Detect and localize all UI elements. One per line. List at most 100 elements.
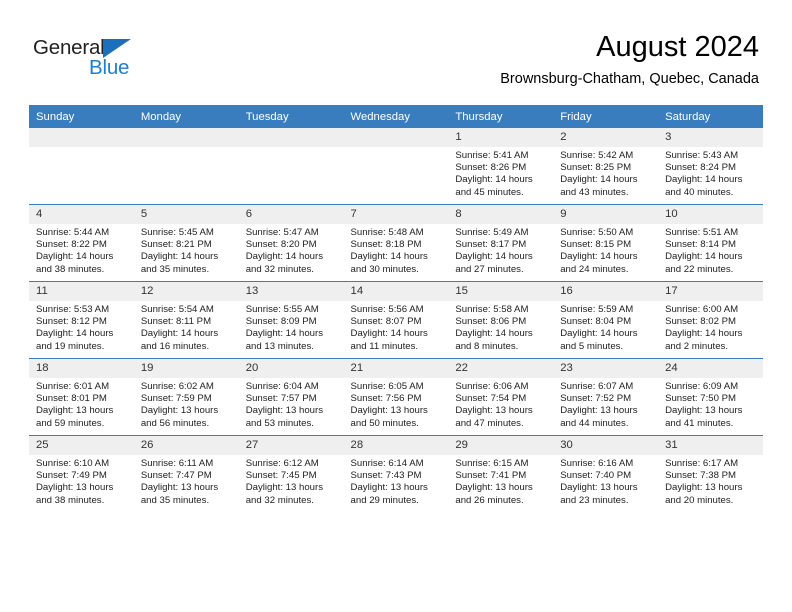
- location-subtitle: Brownsburg-Chatham, Quebec, Canada: [500, 71, 759, 87]
- calendar-day-cell[interactable]: 3 Sunrise: 5:43 AM Sunset: 8:24 PM Daylight…: [658, 128, 763, 205]
- weekday-header-wednesday: Wednesday: [343, 105, 449, 128]
- calendar-day-cell[interactable]: 25 Sunrise: 6:10 AM Sunset: 7:49 PM Dayligh…: [29, 435, 134, 512]
- sunset-text: Sunset: 7:56 PM: [350, 393, 422, 405]
- sunset-text: Sunset: 8:12 PM: [36, 316, 107, 328]
- daylight-text: and 24 minutes.: [560, 263, 629, 275]
- day-info: Sunrise: 5:42 AM Sunset: 8:25 PM Daylight:…: [553, 147, 658, 199]
- calendar-day-cell[interactable]: 7 Sunrise: 5:48 AM Sunset: 8:18 PM Daylight…: [343, 204, 449, 282]
- day-number: 2: [553, 128, 659, 147]
- calendar-week-row: 1 Sunrise: 5:41 AM Sunset: 8:26 PM Daylight…: [29, 128, 763, 205]
- daylight-text: and 27 minutes.: [455, 263, 524, 275]
- sunrise-text: Sunrise: 5:43 AM: [665, 150, 739, 161]
- day-info: Sunrise: 6:17 AM Sunset: 7:38 PM Daylight:…: [658, 455, 763, 507]
- calendar-day-cell[interactable]: 18 Sunrise: 6:01 AM Sunset: 8:01 PM Dayligh…: [29, 358, 134, 436]
- day-info: Sunrise: 5:47 AM Sunset: 8:20 PM Daylight:…: [239, 224, 344, 276]
- calendar-week-row: 18 Sunrise: 6:01 AM Sunset: 8:01 PM Dayligh…: [29, 358, 763, 436]
- sunrise-text: Sunrise: 6:06 AM: [455, 381, 529, 392]
- calendar-day-cell-empty: [343, 128, 449, 205]
- sunrise-text: Sunrise: 5:48 AM: [350, 227, 424, 238]
- daylight-text: Daylight: 13 hours: [140, 405, 219, 417]
- calendar-day-cell[interactable]: 8 Sunrise: 5:49 AM Sunset: 8:17 PM Daylight…: [448, 204, 554, 282]
- calendar-week-row: 25 Sunrise: 6:10 AM Sunset: 7:49 PM Dayligh…: [29, 435, 763, 512]
- calendar-day-cell[interactable]: 22 Sunrise: 6:06 AM Sunset: 7:54 PM Dayligh…: [448, 358, 554, 436]
- day-info: Sunrise: 5:59 AM Sunset: 8:04 PM Daylight:…: [553, 301, 658, 353]
- daylight-text: and 56 minutes.: [140, 417, 210, 429]
- calendar-day-cell[interactable]: 14 Sunrise: 5:56 AM Sunset: 8:07 PM Dayligh…: [343, 281, 449, 359]
- calendar-day-cell[interactable]: 2 Sunrise: 5:42 AM Sunset: 8:25 PM Daylight…: [553, 128, 659, 205]
- day-info: Sunrise: 6:11 AM Sunset: 7:47 PM Daylight:…: [134, 455, 239, 507]
- calendar-day-cell[interactable]: 15 Sunrise: 5:58 AM Sunset: 8:06 PM Dayligh…: [448, 281, 554, 359]
- day-number: 12: [133, 282, 239, 301]
- daylight-text: Daylight: 14 hours: [140, 251, 219, 263]
- day-number: 29: [448, 436, 554, 455]
- sunrise-text: Sunrise: 6:01 AM: [36, 381, 110, 392]
- daylight-text: Daylight: 14 hours: [36, 328, 114, 340]
- title-block: August 2024 Brownsburg-Chatham, Quebec, …: [500, 30, 759, 90]
- day-info: Sunrise: 6:15 AM Sunset: 7:41 PM Daylight:…: [448, 455, 553, 507]
- day-info: Sunrise: 6:06 AM Sunset: 7:54 PM Daylight:…: [448, 378, 553, 430]
- calendar-day-cell[interactable]: 20 Sunrise: 6:04 AM Sunset: 7:57 PM Dayligh…: [238, 358, 344, 436]
- calendar-day-cell[interactable]: 29 Sunrise: 6:15 AM Sunset: 7:41 PM Dayligh…: [448, 435, 554, 512]
- calendar-day-cell[interactable]: 30 Sunrise: 6:16 AM Sunset: 7:40 PM Dayligh…: [553, 435, 659, 512]
- day-info: Sunrise: 5:58 AM Sunset: 8:06 PM Daylight:…: [448, 301, 553, 353]
- day-number: 16: [553, 282, 659, 301]
- calendar-day-cell[interactable]: 9 Sunrise: 5:50 AM Sunset: 8:15 PM Daylight…: [553, 204, 659, 282]
- calendar-day-cell[interactable]: 31 Sunrise: 6:17 AM Sunset: 7:38 PM Dayligh…: [658, 435, 763, 512]
- day-number: 24: [658, 359, 763, 378]
- day-info: Sunrise: 5:48 AM Sunset: 8:18 PM Daylight:…: [344, 224, 449, 276]
- sunrise-text: Sunrise: 5:49 AM: [455, 227, 529, 238]
- daylight-text: and 38 minutes.: [36, 263, 105, 275]
- sunrise-text: Sunrise: 5:51 AM: [665, 227, 739, 238]
- calendar-day-cell[interactable]: 5 Sunrise: 5:45 AM Sunset: 8:21 PM Daylight…: [133, 204, 239, 282]
- generalblue-logo: General Blue: [33, 36, 173, 84]
- sunset-text: Sunset: 7:52 PM: [560, 393, 632, 405]
- sunset-text: Sunset: 8:09 PM: [245, 316, 317, 328]
- daylight-text: and 26 minutes.: [455, 494, 524, 506]
- calendar-day-cell-empty: [29, 128, 134, 205]
- day-number: 22: [448, 359, 554, 378]
- calendar-day-cell[interactable]: 21 Sunrise: 6:05 AM Sunset: 7:56 PM Dayligh…: [343, 358, 449, 436]
- calendar-day-cell[interactable]: 28 Sunrise: 6:14 AM Sunset: 7:43 PM Dayligh…: [343, 435, 449, 512]
- day-number: 4: [29, 205, 134, 224]
- sunset-text: Sunset: 8:21 PM: [140, 239, 212, 251]
- daylight-text: and 40 minutes.: [665, 186, 734, 198]
- day-info: Sunrise: 5:49 AM Sunset: 8:17 PM Daylight:…: [448, 224, 553, 276]
- calendar-day-cell[interactable]: 10 Sunrise: 5:51 AM Sunset: 8:14 PM Dayligh…: [658, 204, 763, 282]
- calendar-day-cell[interactable]: 17 Sunrise: 6:00 AM Sunset: 8:02 PM Dayligh…: [658, 281, 763, 359]
- sunset-text: Sunset: 8:26 PM: [455, 162, 527, 174]
- day-number: 21: [343, 359, 449, 378]
- weekday-header-monday: Monday: [133, 105, 239, 128]
- sunrise-text: Sunrise: 6:11 AM: [140, 458, 214, 469]
- calendar-day-cell[interactable]: 4 Sunrise: 5:44 AM Sunset: 8:22 PM Daylight…: [29, 204, 134, 282]
- sunrise-text: Sunrise: 6:07 AM: [560, 381, 634, 392]
- sunrise-text: Sunrise: 5:55 AM: [245, 304, 319, 315]
- calendar-day-cell[interactable]: 6 Sunrise: 5:47 AM Sunset: 8:20 PM Daylight…: [238, 204, 344, 282]
- day-number: 14: [343, 282, 449, 301]
- calendar-day-cell[interactable]: 11 Sunrise: 5:53 AM Sunset: 8:12 PM Dayligh…: [29, 281, 134, 359]
- calendar-day-cell[interactable]: 26 Sunrise: 6:11 AM Sunset: 7:47 PM Dayligh…: [133, 435, 239, 512]
- calendar-day-cell[interactable]: 23 Sunrise: 6:07 AM Sunset: 7:52 PM Dayligh…: [553, 358, 659, 436]
- daylight-text: and 44 minutes.: [560, 417, 629, 429]
- day-number: 13: [238, 282, 344, 301]
- sunset-text: Sunset: 8:24 PM: [665, 162, 736, 174]
- day-number: 17: [658, 282, 763, 301]
- calendar-day-cell[interactable]: 12 Sunrise: 5:54 AM Sunset: 8:11 PM Dayligh…: [133, 281, 239, 359]
- day-info: Sunrise: 6:16 AM Sunset: 7:40 PM Daylight:…: [553, 455, 658, 507]
- daylight-text: Daylight: 14 hours: [665, 251, 743, 263]
- day-number: 25: [29, 436, 134, 455]
- calendar-page: General Blue August 2024 Brownsburg-Chat…: [0, 0, 792, 612]
- daylight-text: Daylight: 14 hours: [665, 174, 743, 186]
- daylight-text: and 32 minutes.: [245, 263, 314, 275]
- day-number: 18: [29, 359, 134, 378]
- daylight-text: Daylight: 13 hours: [665, 405, 743, 417]
- daylight-text: Daylight: 14 hours: [560, 328, 638, 340]
- daylight-text: and 23 minutes.: [560, 494, 629, 506]
- daylight-text: and 35 minutes.: [140, 494, 210, 506]
- calendar-day-cell[interactable]: 13 Sunrise: 5:55 AM Sunset: 8:09 PM Dayligh…: [238, 281, 344, 359]
- calendar-day-cell[interactable]: 1 Sunrise: 5:41 AM Sunset: 8:26 PM Daylight…: [448, 128, 554, 205]
- calendar-day-cell[interactable]: 19 Sunrise: 6:02 AM Sunset: 7:59 PM Dayligh…: [133, 358, 239, 436]
- calendar-day-cell[interactable]: 27 Sunrise: 6:12 AM Sunset: 7:45 PM Dayligh…: [238, 435, 344, 512]
- calendar-day-cell[interactable]: 24 Sunrise: 6:09 AM Sunset: 7:50 PM Dayligh…: [658, 358, 763, 436]
- day-number: 3: [658, 128, 763, 147]
- calendar-day-cell[interactable]: 16 Sunrise: 5:59 AM Sunset: 8:04 PM Dayligh…: [553, 281, 659, 359]
